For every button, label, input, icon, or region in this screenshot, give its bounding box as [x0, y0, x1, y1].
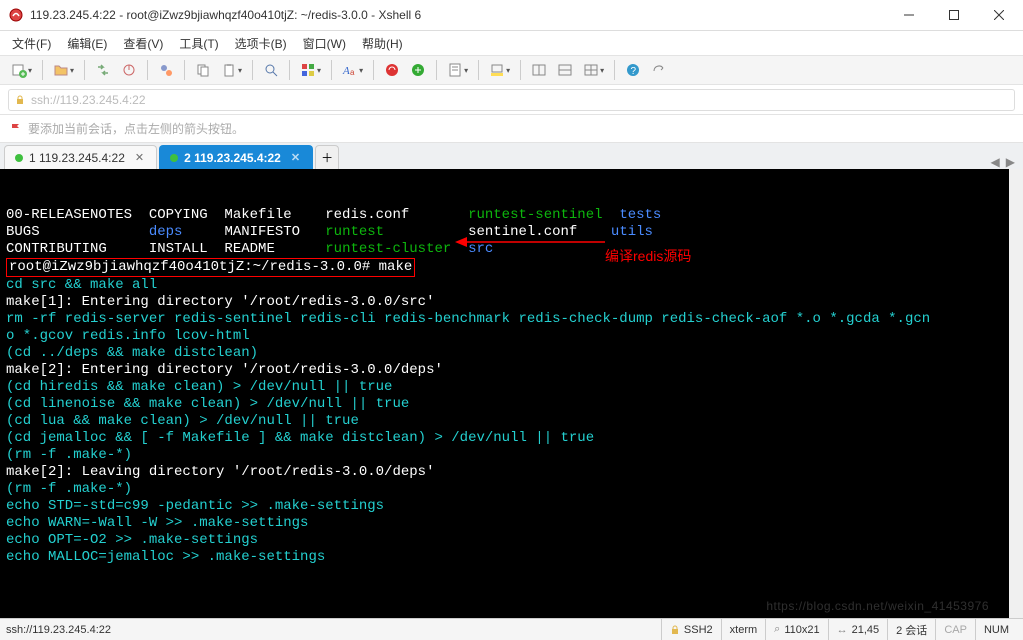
share-button[interactable]	[648, 60, 670, 80]
svg-text:a: a	[350, 68, 355, 77]
menu-help[interactable]: 帮助(H)	[362, 35, 403, 52]
lock-icon	[670, 625, 680, 635]
help-button[interactable]: ?	[622, 60, 644, 80]
svg-text:?: ?	[631, 66, 637, 77]
tab-nav: ◀ ▶	[983, 155, 1023, 169]
paste-button[interactable]: ▾	[218, 60, 245, 80]
new-session-button[interactable]: ▾	[8, 60, 35, 80]
address-input[interactable]: ssh://119.23.245.4:22	[8, 89, 1015, 111]
terminal-view[interactable]: ▴ 00-RELEASENOTES COPYING Makefile redis…	[0, 169, 1023, 618]
flag-icon	[10, 123, 22, 135]
menu-file[interactable]: 文件(F)	[12, 35, 51, 52]
maximize-button[interactable]	[931, 0, 976, 30]
menu-tools[interactable]: 工具(T)	[179, 35, 218, 52]
highlighted-command: root@iZwz9bjiawhqzf40o410tjZ:~/redis-3.0…	[6, 258, 415, 277]
close-icon[interactable]: ✕	[135, 151, 144, 164]
status-proto: SSH2	[661, 619, 721, 640]
layout-h-button[interactable]	[528, 60, 550, 80]
window-title: 119.23.245.4:22 - root@iZwz9bjiawhqzf40o…	[30, 8, 886, 22]
highlight-button[interactable]: ▾	[486, 60, 513, 80]
status-bar: ssh://119.23.245.4:22 SSH2 xterm ⌕ 110x2…	[0, 618, 1023, 640]
status-cap: CAP	[935, 619, 975, 640]
xftp-button[interactable]	[407, 60, 429, 80]
tab-prev-button[interactable]: ◀	[991, 155, 1000, 169]
status-size: ⌕ 110x21	[765, 619, 827, 640]
script-button[interactable]: ▾	[444, 60, 471, 80]
menu-window[interactable]: 窗口(W)	[303, 35, 346, 52]
menu-bar: 文件(F) 编辑(E) 查看(V) 工具(T) 选项卡(B) 窗口(W) 帮助(…	[0, 31, 1023, 55]
xagent-button[interactable]	[381, 60, 403, 80]
status-ssh: ssh://119.23.245.4:22	[6, 624, 661, 636]
open-button[interactable]: ▾	[50, 60, 77, 80]
hint-bar: 要添加当前会话，点击左侧的箭头按钮。	[0, 115, 1023, 143]
find-button[interactable]	[260, 60, 282, 80]
reconnect-button[interactable]	[92, 60, 114, 80]
disconnect-button[interactable]	[118, 60, 140, 80]
menu-tabs[interactable]: 选项卡(B)	[235, 35, 287, 52]
hint-text: 要添加当前会话，点击左侧的箭头按钮。	[28, 120, 244, 137]
session-tab-1[interactable]: 1 119.23.245.4:22 ✕	[4, 145, 157, 169]
layout-grid-button[interactable]: ▾	[580, 60, 607, 80]
tab-bar: 1 119.23.245.4:22 ✕ 2 119.23.245.4:22 ✕ …	[0, 143, 1023, 169]
menu-edit[interactable]: 编辑(E)	[67, 35, 107, 52]
color-schemes-button[interactable]: ▾	[297, 60, 324, 80]
status-dot-icon	[170, 154, 178, 162]
copy-button[interactable]	[192, 60, 214, 80]
status-pos: ↔ 21,45	[828, 619, 888, 640]
close-button[interactable]	[976, 0, 1021, 30]
annotation-text: 编译redis源码	[605, 248, 691, 265]
toolbar: ▾ ▾ ▾ ▾ Aa▾ ▾ ▾ ▾ ?	[0, 55, 1023, 85]
app-icon	[8, 7, 24, 23]
properties-button[interactable]	[155, 60, 177, 80]
status-dot-icon	[15, 154, 23, 162]
session-tab-2[interactable]: 2 119.23.245.4:22 ✕	[159, 145, 313, 169]
tab-next-button[interactable]: ▶	[1006, 155, 1015, 169]
add-tab-button[interactable]: ＋	[315, 145, 339, 169]
tab-label: 2 119.23.245.4:22	[184, 151, 281, 165]
status-sessions: 2 会话	[887, 619, 935, 640]
scroll-up-button[interactable]: ▴	[1009, 169, 1023, 183]
address-text: ssh://119.23.245.4:22	[31, 93, 146, 107]
status-num: NUM	[975, 619, 1017, 640]
tab-label: 1 119.23.245.4:22	[29, 151, 125, 165]
minimize-button[interactable]	[886, 0, 931, 30]
lock-icon	[15, 95, 25, 105]
title-bar: 119.23.245.4:22 - root@iZwz9bjiawhqzf40o…	[0, 0, 1023, 31]
svg-text:A: A	[342, 65, 350, 77]
watermark: https://blog.csdn.net/weixin_41453976	[766, 598, 989, 615]
address-bar: ssh://119.23.245.4:22	[0, 85, 1023, 115]
font-button[interactable]: Aa▾	[339, 60, 366, 80]
menu-view[interactable]: 查看(V)	[123, 35, 163, 52]
window-controls	[886, 0, 1021, 30]
close-icon[interactable]: ✕	[291, 151, 300, 164]
layout-v-button[interactable]	[554, 60, 576, 80]
annotation-arrow	[455, 235, 605, 249]
status-term: xterm	[721, 619, 766, 640]
